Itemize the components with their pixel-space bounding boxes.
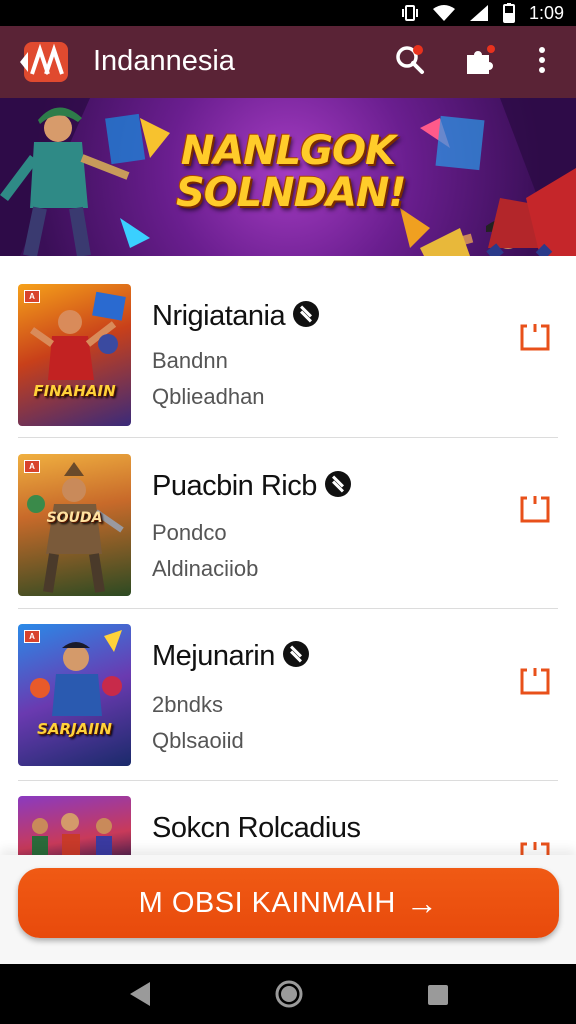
puzzle-icon bbox=[462, 43, 498, 82]
item-subtitle: Bandnn bbox=[152, 348, 228, 373]
item-title-text: Nrigiatania bbox=[152, 300, 286, 332]
thumbnail-caption: SOUDA bbox=[46, 510, 103, 526]
battery-icon bbox=[502, 3, 515, 23]
item-subtitle: 2bndks bbox=[152, 692, 223, 717]
signal-icon bbox=[469, 4, 489, 22]
home-button[interactable] bbox=[274, 979, 304, 1014]
verified-icon bbox=[324, 471, 351, 498]
item-subtitle: Pondco bbox=[152, 520, 227, 545]
game-thumbnail: A FINAHAIN bbox=[18, 284, 131, 426]
status-bar: 1:09 bbox=[0, 0, 576, 26]
list-item[interactable]: Sokcn Rolcadius bbox=[0, 780, 576, 869]
cta-label: M OBSI KAINMAIH bbox=[138, 886, 396, 919]
item-title: Nrigiatania bbox=[152, 300, 320, 333]
status-time: 1:09 bbox=[528, 2, 564, 23]
vibrate-icon bbox=[401, 4, 419, 22]
more-vert-icon bbox=[538, 46, 546, 79]
item-description: Aldinaciiob bbox=[152, 556, 259, 581]
search-button[interactable] bbox=[390, 42, 430, 82]
item-title-text: Sokcn Rolcadius bbox=[152, 812, 361, 844]
game-thumbnail: A SARJAIIN bbox=[18, 624, 131, 766]
wifi-icon bbox=[432, 4, 455, 22]
promo-banner[interactable]: NANLGOK SOLNDAN! bbox=[0, 98, 576, 256]
bookmark-icon bbox=[520, 496, 550, 523]
item-description: Qblsaoiid bbox=[152, 728, 244, 753]
extensions-button[interactable] bbox=[460, 42, 500, 82]
app-title: Indannesia bbox=[93, 45, 235, 77]
home-icon bbox=[275, 980, 303, 1008]
thumbnail-caption: SARJAIIN bbox=[37, 720, 112, 738]
bookmark-icon bbox=[520, 668, 550, 695]
app-logo[interactable] bbox=[18, 40, 70, 84]
item-title-text: Mejunarin bbox=[152, 640, 275, 672]
app-screen: 1:09 Indannesia NANLGOK SOLNDAN! A FINAH… bbox=[0, 0, 576, 1024]
app-bar: Indannesia bbox=[0, 26, 576, 98]
search-icon bbox=[393, 43, 427, 82]
bookmark-button[interactable] bbox=[519, 666, 551, 696]
item-description: Qblieadhan bbox=[152, 384, 265, 409]
back-icon bbox=[130, 982, 150, 1006]
banner-headline-line2: SOLNDAN! bbox=[176, 170, 407, 216]
game-thumbnail: A SOUDA bbox=[18, 454, 131, 596]
bookmark-button[interactable] bbox=[519, 322, 551, 352]
item-title: Mejunarin bbox=[152, 640, 309, 673]
bookmark-icon bbox=[520, 324, 550, 351]
banner-headline-line1: NANLGOK bbox=[180, 128, 396, 174]
back-button[interactable] bbox=[128, 980, 154, 1013]
verified-icon bbox=[293, 301, 320, 328]
verified-icon bbox=[282, 641, 309, 668]
arrow-right-icon: → bbox=[405, 884, 439, 921]
item-title: Puacbin Ricb bbox=[152, 470, 351, 503]
recents-button[interactable] bbox=[426, 983, 450, 1012]
more-options-button[interactable] bbox=[522, 42, 562, 82]
bookmark-button[interactable] bbox=[519, 494, 551, 524]
list-item[interactable]: A SARJAIIN Mejunarin 2bndks Qblsaoiid bbox=[0, 608, 576, 781]
thumbnail-caption: FINAHAIN bbox=[33, 382, 116, 400]
system-nav-bar bbox=[0, 964, 576, 1024]
list-item[interactable]: A FINAHAIN Nrigiatania Bandnn Qblieadhan bbox=[0, 256, 576, 438]
item-title: Sokcn Rolcadius bbox=[152, 812, 361, 845]
list-item[interactable]: A SOUDA Puacbin Ricb Pondco Aldinaciiob bbox=[0, 438, 576, 609]
item-title-text: Puacbin Ricb bbox=[152, 470, 317, 502]
cta-button[interactable]: M OBSI KAINMAIH → bbox=[18, 868, 559, 938]
recents-icon bbox=[428, 985, 448, 1005]
